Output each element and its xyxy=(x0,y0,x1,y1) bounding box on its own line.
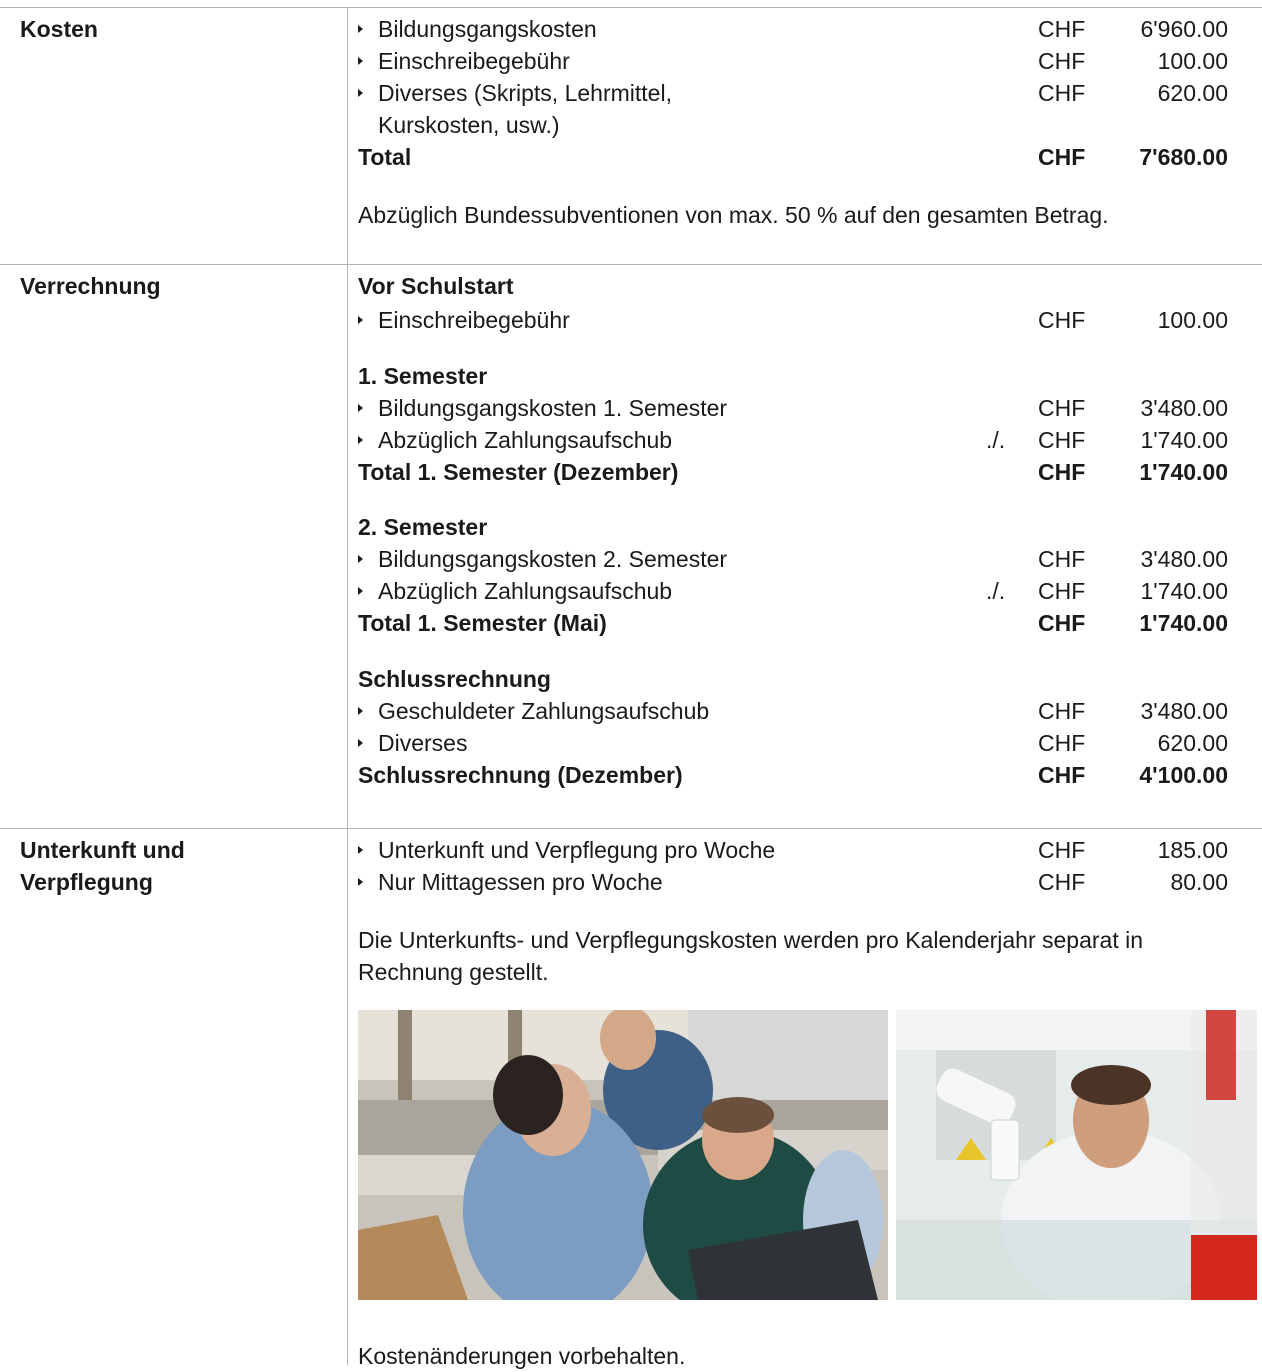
cost-item: Einschreibegebühr CHF 100.00 xyxy=(358,45,1228,77)
billing-item: Geschuldeter Zahlungsaufschub CHF 3'480.… xyxy=(358,695,1228,727)
bullet-icon xyxy=(358,846,363,854)
section-divider xyxy=(0,264,1262,265)
subsidy-note: Abzüglich Bundessubventionen von max. 50… xyxy=(358,202,1109,228)
subheading-semester-2: 2. Semester xyxy=(358,514,488,540)
subheading-vor-schulstart: Vor Schulstart xyxy=(358,273,514,299)
bullet-icon xyxy=(358,878,363,886)
subheading-schlussrechnung: Schlussrechnung xyxy=(358,666,551,692)
classroom-photo xyxy=(358,1010,888,1300)
accommodation-item: Nur Mittagessen pro Woche CHF 80.00 xyxy=(358,866,1228,898)
bullet-icon xyxy=(358,25,363,33)
billing-total: Total 1. Semester (Mai) CHF 1'740.00 xyxy=(358,610,1228,636)
cost-item-continuation: Kurskosten, usw.) xyxy=(378,112,560,138)
bullet-icon xyxy=(358,739,363,747)
footer-note: Kostenänderungen vorbehalten. xyxy=(358,1343,686,1369)
bullet-icon xyxy=(358,404,363,412)
section-label-unterkunft: Unterkunft und Verpflegung xyxy=(20,837,185,895)
bullet-icon xyxy=(358,89,363,97)
top-rule xyxy=(0,7,1262,8)
column-divider xyxy=(347,7,348,1365)
accommodation-note: Die Unterkunfts- und Verpflegungskosten … xyxy=(358,927,1144,985)
bullet-icon xyxy=(358,57,363,65)
billing-item: Bildungsgangskosten 1. Semester CHF 3'48… xyxy=(358,392,1228,424)
section-divider xyxy=(0,828,1262,829)
section-label-kosten: Kosten xyxy=(20,16,98,42)
billing-total: Schlussrechnung (Dezember) CHF 4'100.00 xyxy=(358,762,1228,788)
cost-total: Total CHF 7'680.00 xyxy=(358,144,1228,170)
billing-total: Total 1. Semester (Dezember) CHF 1'740.0… xyxy=(358,459,1228,485)
bullet-icon xyxy=(358,587,363,595)
subheading-semester-1: 1. Semester xyxy=(358,363,488,389)
billing-item: Einschreibegebühr CHF 100.00 xyxy=(358,304,1228,336)
billing-item: Abzüglich Zahlungsaufschub ./. CHF 1'740… xyxy=(358,575,1228,607)
billing-item: Abzüglich Zahlungsaufschub ./. CHF 1'740… xyxy=(358,424,1228,456)
laboratory-photo xyxy=(896,1010,1257,1300)
bullet-icon xyxy=(358,316,363,324)
billing-item: Bildungsgangskosten 2. Semester CHF 3'48… xyxy=(358,543,1228,575)
cost-item: Diverses (Skripts, Lehrmittel, CHF 620.0… xyxy=(358,77,1228,109)
section-label-verrechnung: Verrechnung xyxy=(20,273,161,299)
accommodation-item: Unterkunft und Verpflegung pro Woche CHF… xyxy=(358,834,1228,866)
billing-item: Diverses CHF 620.00 xyxy=(358,727,1228,759)
cost-item: Bildungsgangskosten CHF 6'960.00 xyxy=(358,13,1228,45)
bullet-icon xyxy=(358,707,363,715)
bullet-icon xyxy=(358,555,363,563)
bullet-icon xyxy=(358,436,363,444)
